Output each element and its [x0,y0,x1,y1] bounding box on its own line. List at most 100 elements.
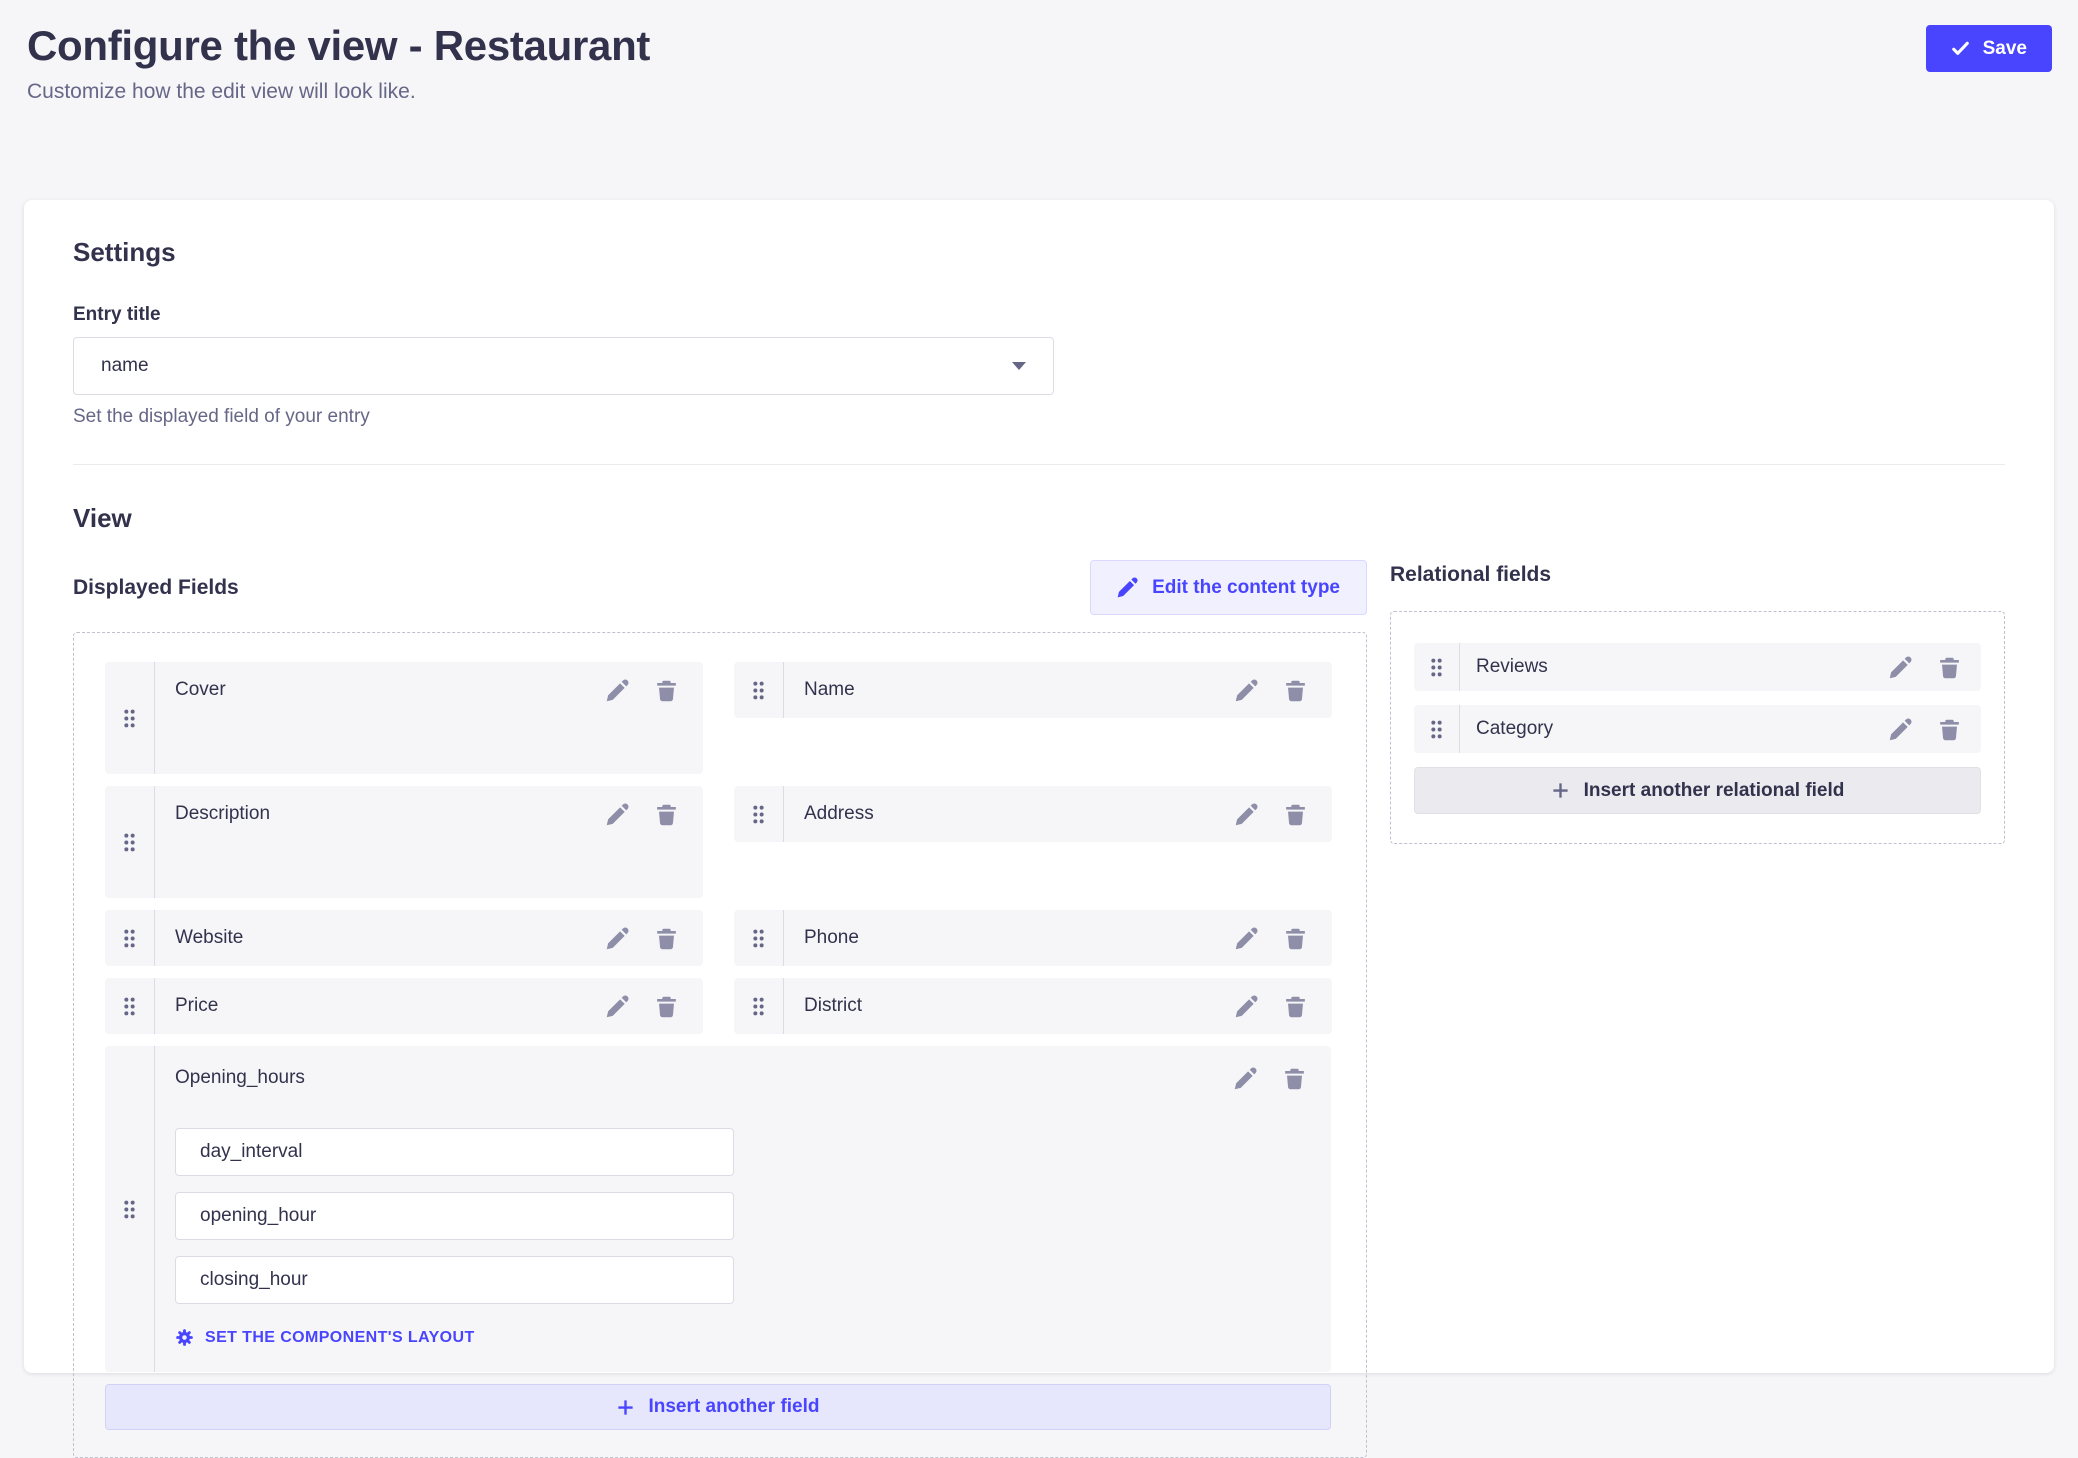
insert-another-relational-field-label: Insert another relational field [1584,780,1845,802]
delete-field-button[interactable] [655,679,678,702]
entry-title-value: name [101,355,149,377]
entry-title-label: Entry title [73,304,2005,326]
field-label: Name [804,679,855,701]
delete-field-button[interactable] [655,927,678,950]
drag-handle-icon [122,996,137,1017]
page-title: Configure the view - Restaurant [27,22,2052,70]
pencil-icon [1235,995,1258,1018]
drag-handle[interactable] [734,662,784,718]
field-label: Website [175,927,243,949]
relational-field-label: Category [1476,718,1553,740]
drag-handle[interactable] [1414,643,1460,691]
edit-content-type-label: Edit the content type [1152,577,1340,599]
field-card-phone[interactable]: Phone [734,910,1332,966]
view-heading: View [73,503,2005,534]
delete-field-button[interactable] [1284,803,1307,826]
edit-field-button[interactable] [606,995,629,1018]
delete-field-button[interactable] [1284,995,1307,1018]
pencil-icon [606,679,629,702]
set-component-layout-label: SET THE COMPONENT'S LAYOUT [205,1329,475,1347]
field-card-opening-hours[interactable]: Opening_hours day_interval openin [105,1046,1331,1372]
field-row: Website [105,910,1331,966]
field-card-website[interactable]: Website [105,910,703,966]
delete-field-button[interactable] [1284,679,1307,702]
component-field-closing-hour[interactable]: closing_hour [175,1256,734,1304]
edit-content-type-button[interactable]: Edit the content type [1090,560,1367,615]
save-button-label: Save [1983,38,2027,60]
drag-handle[interactable] [105,1046,155,1372]
component-label: Opening_hours [175,1067,305,1089]
field-card-cover[interactable]: Cover [105,662,703,774]
relational-card-reviews[interactable]: Reviews [1414,643,1981,691]
delete-field-button[interactable] [1938,656,1961,679]
chevron-down-icon [1012,362,1026,370]
field-label: Phone [804,927,859,949]
edit-field-button[interactable] [606,927,629,950]
drag-handle[interactable] [105,910,155,966]
edit-field-button[interactable] [1235,927,1258,950]
component-field-opening-hour[interactable]: opening_hour [175,1192,734,1240]
edit-field-button[interactable] [1234,1067,1257,1090]
settings-heading: Settings [73,237,2005,268]
delete-field-button[interactable] [655,995,678,1018]
trash-icon [655,679,678,702]
trash-icon [1284,995,1307,1018]
drag-handle[interactable] [105,978,155,1034]
drag-handle-icon [1429,657,1444,678]
drag-handle[interactable] [734,910,784,966]
section-divider [73,464,2005,465]
drag-handle[interactable] [105,786,155,898]
pencil-icon [606,927,629,950]
trash-icon [1283,1067,1306,1090]
trash-icon [1284,927,1307,950]
field-card-price[interactable]: Price [105,978,703,1034]
field-card-district[interactable]: District [734,978,1332,1034]
configure-view-panel: Settings Entry title name Set the displa… [24,200,2054,1373]
insert-another-relational-field-button[interactable]: Insert another relational field [1414,767,1981,814]
relational-card-category[interactable]: Category [1414,705,1981,753]
edit-field-button[interactable] [606,679,629,702]
trash-icon [655,927,678,950]
field-card-description[interactable]: Description [105,786,703,898]
edit-field-button[interactable] [1235,679,1258,702]
edit-field-button[interactable] [606,803,629,826]
component-field-label: closing_hour [200,1269,308,1291]
field-label: Price [175,995,218,1017]
field-label: Address [804,803,874,825]
edit-field-button[interactable] [1889,656,1912,679]
set-component-layout-link[interactable]: SET THE COMPONENT'S LAYOUT [175,1328,475,1347]
delete-field-button[interactable] [655,803,678,826]
delete-field-button[interactable] [1938,718,1961,741]
drag-handle[interactable] [734,786,784,842]
drag-handle[interactable] [734,978,784,1034]
drag-handle[interactable] [105,662,155,774]
trash-icon [1284,803,1307,826]
pencil-icon [1235,927,1258,950]
field-card-address[interactable]: Address [734,786,1332,842]
field-card-name[interactable]: Name [734,662,1332,718]
plus-icon [616,1398,635,1417]
component-field-day-interval[interactable]: day_interval [175,1128,734,1176]
drag-handle[interactable] [1414,705,1460,753]
page-header: Configure the view - Restaurant Customiz… [0,0,2078,200]
field-row: Description [105,786,1331,898]
plus-icon [1551,781,1570,800]
edit-field-button[interactable] [1235,995,1258,1018]
field-label: Cover [175,679,226,701]
drag-handle-icon [122,1199,137,1220]
trash-icon [655,995,678,1018]
component-field-label: day_interval [200,1141,302,1163]
save-button[interactable]: Save [1926,25,2052,72]
edit-field-button[interactable] [1889,718,1912,741]
edit-field-button[interactable] [1235,803,1258,826]
trash-icon [1938,656,1961,679]
drag-handle-icon [751,804,766,825]
insert-another-field-button[interactable]: Insert another field [105,1384,1331,1430]
drag-handle-icon [122,708,137,729]
entry-title-select[interactable]: name [73,337,1054,395]
relational-field-label: Reviews [1476,656,1548,678]
drag-handle-icon [751,680,766,701]
delete-field-button[interactable] [1284,927,1307,950]
delete-field-button[interactable] [1283,1067,1306,1090]
pencil-icon [1235,803,1258,826]
